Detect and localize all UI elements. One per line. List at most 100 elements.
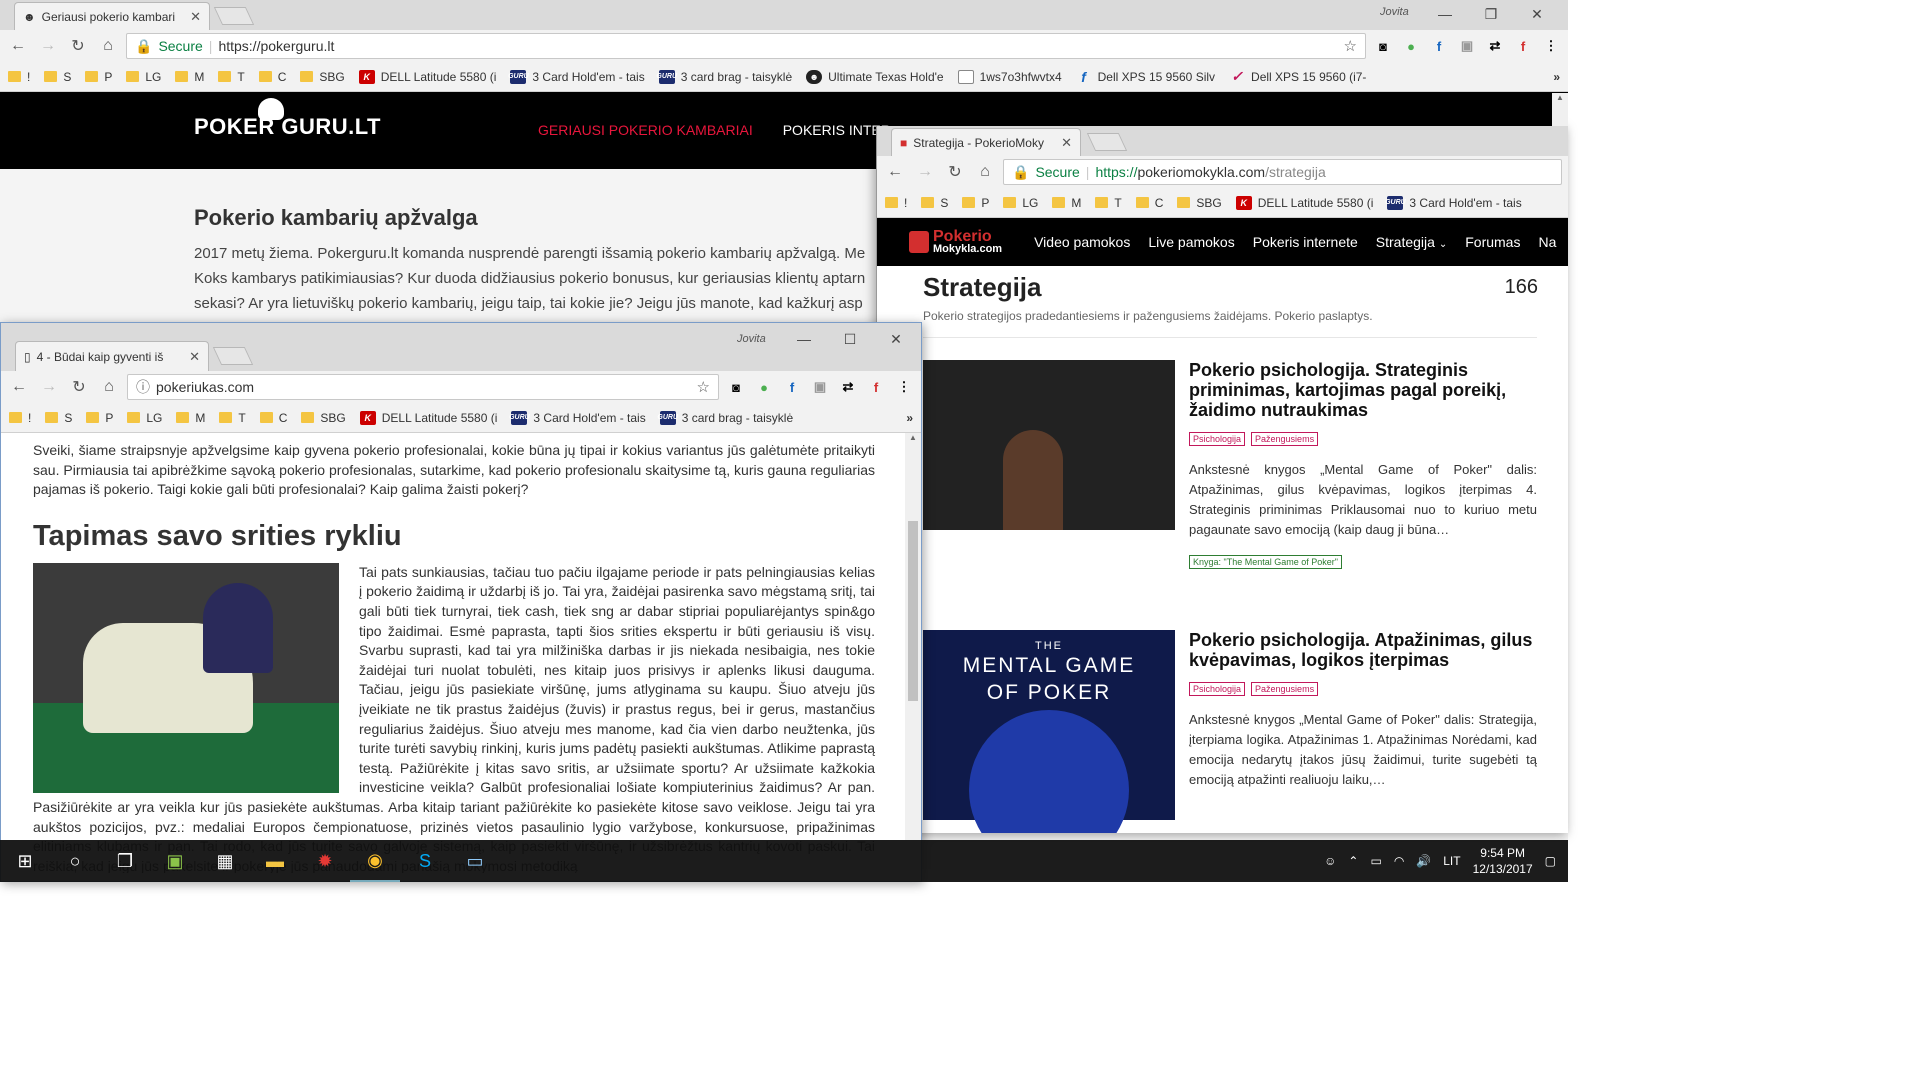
bookmark-link[interactable]: ✓ Dell XPS 15 9560 (i7- bbox=[1229, 68, 1366, 84]
bookmark-link[interactable]: GURU 3 Card Hold'em - tais bbox=[508, 69, 645, 84]
cortana-search-icon[interactable]: ○ bbox=[50, 840, 100, 882]
arrows-extension-icon[interactable]: ⇄ bbox=[1484, 37, 1506, 55]
page-scrollbar[interactable]: ▲ bbox=[1552, 93, 1568, 126]
tag-pazengusiems[interactable]: Pažengusiems bbox=[1251, 432, 1319, 446]
incognito-extension-icon[interactable]: ◙ bbox=[1372, 37, 1394, 55]
home-icon[interactable]: ⌂ bbox=[973, 163, 997, 181]
nav-poker-internet[interactable]: Pokeris internete bbox=[1253, 234, 1358, 250]
back-icon[interactable]: ← bbox=[7, 378, 31, 396]
file-explorer-icon[interactable]: ▬ bbox=[250, 840, 300, 882]
facebook-extension-icon[interactable]: f bbox=[1428, 37, 1450, 55]
article-title[interactable]: Pokerio psichologija. Strateginis primin… bbox=[1189, 360, 1537, 420]
tab-close-icon[interactable]: ✕ bbox=[189, 349, 200, 365]
input-language[interactable]: LIT bbox=[1443, 854, 1460, 868]
task-view-icon[interactable]: ❐ bbox=[100, 840, 150, 882]
profile-name[interactable]: Jovita bbox=[737, 333, 766, 345]
tab-pokeriukas[interactable]: ▯ 4 - Būdai kaip gyventi iš ✕ bbox=[15, 341, 209, 371]
bookmark-folder[interactable]: M bbox=[175, 70, 204, 84]
more-bookmarks-icon[interactable]: » bbox=[906, 411, 913, 425]
tab-close-icon[interactable]: ✕ bbox=[1061, 135, 1072, 151]
bookmark-folder[interactable]: T bbox=[218, 70, 245, 84]
bookmark-star-icon[interactable]: ☆ bbox=[1344, 37, 1357, 55]
bookmark-star-icon[interactable]: ☆ bbox=[697, 378, 710, 396]
forward-icon[interactable]: → bbox=[37, 378, 61, 396]
minimize-icon[interactable]: — bbox=[781, 331, 827, 347]
battery-icon[interactable]: ▭ bbox=[1370, 854, 1381, 868]
people-icon[interactable]: ☺ bbox=[1324, 854, 1336, 868]
image-extension-icon[interactable]: ▣ bbox=[809, 378, 831, 396]
back-icon[interactable]: ← bbox=[6, 37, 30, 55]
bookmark-folder[interactable]: ! bbox=[885, 196, 907, 210]
tab-pokerguru[interactable]: ☻ Geriausi pokerio kambari ✕ bbox=[14, 2, 210, 30]
close-icon[interactable]: ✕ bbox=[873, 331, 919, 348]
tag-psichologija[interactable]: Psichologija bbox=[1189, 682, 1246, 696]
bookmark-folder[interactable]: S bbox=[921, 196, 948, 210]
bookmark-folder[interactable]: SBG bbox=[1177, 196, 1222, 210]
page-scrollbar[interactable]: ▲ bbox=[905, 433, 921, 881]
site-logo[interactable]: Pokerio Mokykla.com bbox=[909, 228, 1002, 255]
bookmark-folder[interactable]: P bbox=[85, 70, 112, 84]
bookmark-link[interactable]: GURU 3 card brag - taisyklė bbox=[656, 69, 792, 84]
forward-icon[interactable]: → bbox=[36, 37, 60, 55]
bookmark-folder[interactable]: T bbox=[1095, 196, 1122, 210]
minimize-icon[interactable]: — bbox=[1422, 6, 1468, 22]
article-thumbnail[interactable]: THE MENTAL GAME OF POKER bbox=[923, 630, 1175, 833]
bookmark-link[interactable]: GURU 3 Card Hold'em - tais bbox=[509, 410, 646, 425]
facebook-extension-icon[interactable]: f bbox=[781, 378, 803, 396]
flash-extension-icon[interactable]: f bbox=[1512, 37, 1534, 55]
menu-icon[interactable]: ⋮ bbox=[893, 378, 915, 396]
image-extension-icon[interactable]: ▣ bbox=[1456, 37, 1478, 55]
article-thumbnail[interactable]: must do my homework must do my homework … bbox=[923, 360, 1175, 530]
forward-icon[interactable]: → bbox=[913, 163, 937, 181]
bookmark-link[interactable]: K DELL Latitude 5580 (i bbox=[1235, 195, 1373, 210]
incognito-extension-icon[interactable]: ◙ bbox=[725, 378, 747, 396]
new-tab-button[interactable] bbox=[1086, 133, 1128, 151]
bookmark-folder[interactable]: C bbox=[258, 70, 286, 84]
skype-app-icon[interactable]: S bbox=[400, 840, 450, 882]
bookmark-folder[interactable]: S bbox=[44, 70, 71, 84]
new-tab-button[interactable] bbox=[213, 7, 255, 25]
article-title[interactable]: Pokerio psichologija. Atpažinimas, gilus… bbox=[1189, 630, 1537, 670]
bookmark-link[interactable]: f Dell XPS 15 9560 Silv bbox=[1076, 69, 1215, 85]
bookmark-folder[interactable]: M bbox=[1052, 196, 1081, 210]
bookmark-link[interactable]: GURU 3 card brag - taisyklė bbox=[657, 410, 793, 425]
system-clock[interactable]: 9:54 PM 12/13/2017 bbox=[1473, 845, 1533, 877]
bookmark-folder[interactable]: S bbox=[45, 411, 72, 425]
arrows-extension-icon[interactable]: ⇄ bbox=[837, 378, 859, 396]
reload-icon[interactable]: ↻ bbox=[943, 162, 967, 182]
bookmark-folder[interactable]: P bbox=[86, 411, 113, 425]
address-bar[interactable]: 🔒 Secure | https://pokeriomokykla.com/st… bbox=[1003, 159, 1562, 185]
bookmark-folder[interactable]: LG bbox=[1003, 196, 1038, 210]
nav-poker-internet[interactable]: POKERIS INTER bbox=[783, 122, 891, 138]
menu-icon[interactable]: ⋮ bbox=[1540, 37, 1562, 55]
tab-strategija[interactable]: ■ Strategija - PokerioMoky ✕ bbox=[891, 128, 1081, 156]
bookmark-folder[interactable]: ! bbox=[9, 411, 31, 425]
volume-icon[interactable]: 🔊 bbox=[1416, 854, 1431, 868]
home-icon[interactable]: ⌂ bbox=[97, 378, 121, 396]
scrollbar-thumb[interactable] bbox=[908, 521, 918, 701]
green-extension-icon[interactable]: ● bbox=[1400, 37, 1422, 55]
bookmark-folder[interactable]: M bbox=[176, 411, 205, 425]
bookmark-link[interactable]: K DELL Latitude 5580 (i bbox=[358, 69, 496, 84]
bookmark-folder[interactable]: ! bbox=[8, 70, 30, 84]
address-bar[interactable]: 🔒 Secure | https://pokerguru.lt ☆ bbox=[126, 33, 1366, 59]
remote-desktop-app-icon[interactable]: ▭ bbox=[450, 840, 500, 882]
tag-psichologija[interactable]: Psichologija bbox=[1189, 432, 1246, 446]
tag-pazengusiems[interactable]: Pažengusiems bbox=[1251, 682, 1319, 696]
nav-live-lessons[interactable]: Live pamokos bbox=[1148, 234, 1234, 250]
close-icon[interactable]: ✕ bbox=[1514, 6, 1560, 23]
restore-icon[interactable]: ❐ bbox=[1468, 6, 1514, 23]
home-icon[interactable]: ⌂ bbox=[96, 37, 120, 55]
bookmark-folder[interactable]: T bbox=[219, 411, 246, 425]
bookmark-link[interactable]: K DELL Latitude 5580 (i bbox=[359, 410, 497, 425]
bookmark-link[interactable]: GURU 3 Card Hold'em - tais bbox=[1385, 195, 1522, 210]
nav-video-lessons[interactable]: Video pamokos bbox=[1034, 234, 1130, 250]
bookmark-link[interactable]: ☻ Ultimate Texas Hold'e bbox=[806, 69, 944, 84]
tag-book[interactable]: Knyga: "The Mental Game of Poker" bbox=[1189, 555, 1342, 569]
reload-icon[interactable]: ↻ bbox=[66, 36, 90, 56]
nav-best-rooms[interactable]: GERIAUSI POKERIO KAMBARIAI bbox=[538, 122, 753, 138]
action-center-icon[interactable]: ▢ bbox=[1545, 854, 1556, 868]
nav-forum[interactable]: Forumas bbox=[1465, 234, 1520, 250]
more-bookmarks-icon[interactable]: » bbox=[1553, 70, 1560, 84]
nav-more[interactable]: Na bbox=[1538, 234, 1556, 250]
